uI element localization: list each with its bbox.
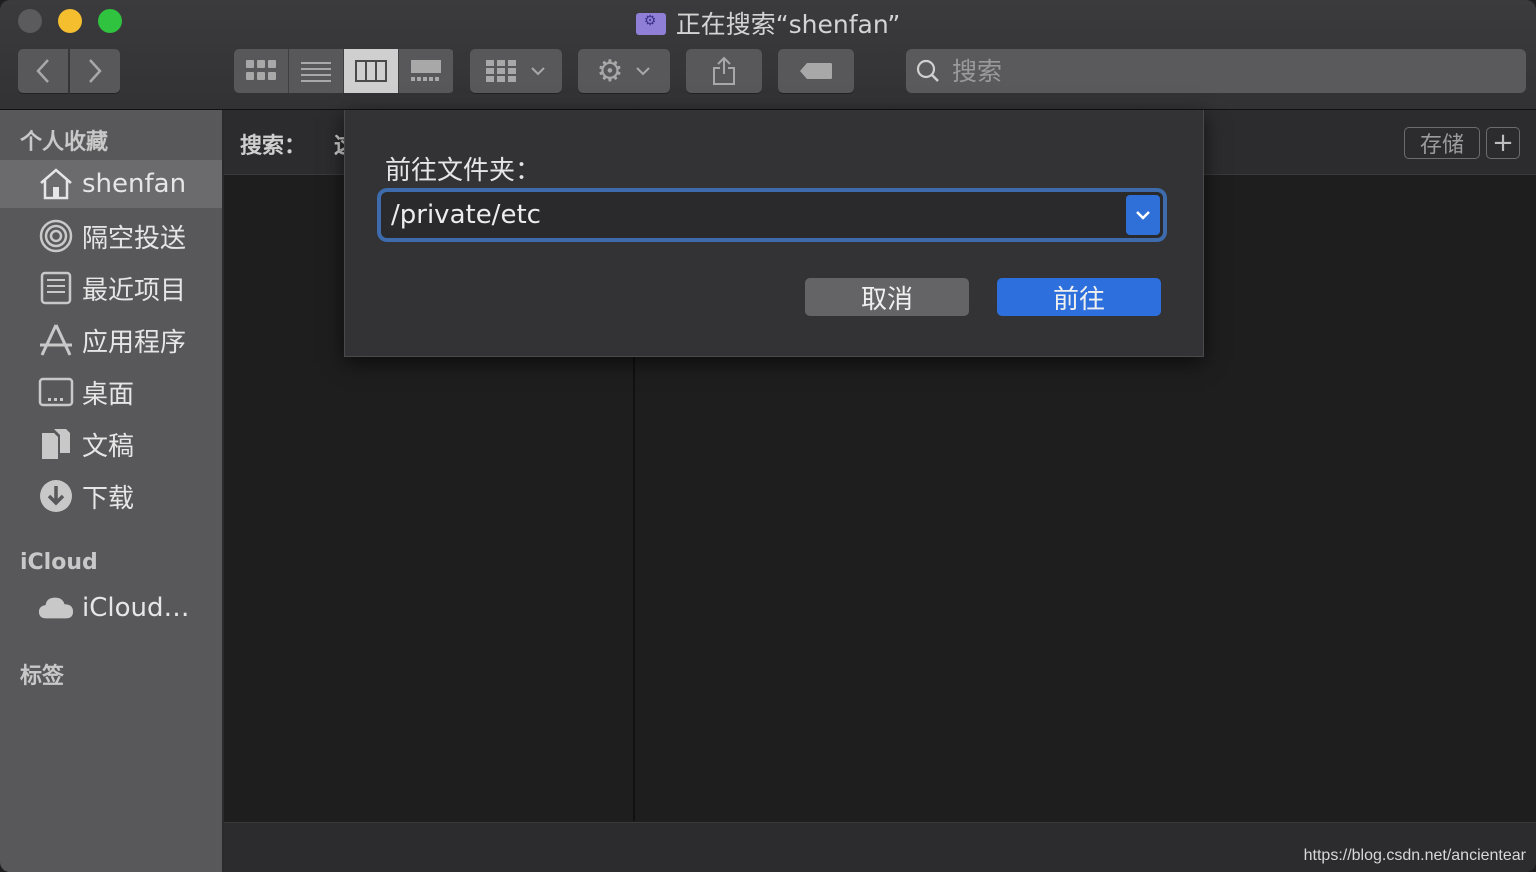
home-icon	[38, 166, 74, 202]
folder-path-input[interactable]	[381, 199, 1126, 231]
columns-icon	[355, 60, 387, 82]
sidebar-item-label: iCloud…	[82, 593, 190, 623]
share-icon	[713, 56, 735, 85]
cancel-button[interactable]: 取消	[805, 278, 969, 316]
search-input[interactable]	[950, 55, 1494, 87]
share-button[interactable]	[686, 49, 762, 93]
sidebar-item-recents[interactable]: 最近项目	[0, 264, 222, 312]
titlebar: 正在搜索“shenfan” ⚙	[0, 0, 1536, 110]
status-bar: https://blog.csdn.net/ancientear	[224, 822, 1536, 872]
sidebar-item-label: 最近项目	[82, 275, 187, 306]
documents-icon	[38, 426, 74, 462]
tags-button[interactable]	[778, 49, 854, 93]
cloud-icon	[38, 590, 74, 626]
sidebar-item-documents[interactable]: 文稿	[0, 420, 222, 468]
applications-icon	[38, 322, 74, 358]
add-criteria-button[interactable]: +	[1486, 127, 1520, 159]
sidebar-item-downloads[interactable]: 下载	[0, 472, 222, 520]
search-icon	[916, 59, 939, 82]
sidebar-item-label: 文稿	[82, 431, 135, 462]
go-to-folder-prompt: 前往文件夹：	[385, 156, 542, 186]
group-by-button[interactable]	[470, 49, 562, 93]
finder-window: 正在搜索“shenfan” ⚙	[0, 0, 1536, 872]
recent-folders-dropdown-button[interactable]	[1126, 195, 1160, 235]
chevron-down-icon	[636, 67, 651, 76]
tags-header: 标签	[20, 664, 65, 689]
smart-folder-icon	[635, 13, 666, 35]
folder-path-combobox	[381, 192, 1163, 238]
action-menu-button[interactable]: ⚙	[578, 49, 670, 93]
list-lines-icon	[301, 62, 331, 82]
sidebar-item-label: shenfan	[82, 169, 187, 199]
sidebar-item-applications[interactable]: 应用程序	[0, 316, 222, 364]
search-scope-label: 搜索：	[240, 134, 307, 159]
icon-view-button[interactable]	[234, 49, 289, 93]
sidebar-item-label: 下载	[82, 483, 135, 514]
group-grid-icon	[486, 60, 516, 82]
downloads-icon	[38, 478, 74, 514]
sidebar-item-icloud-drive[interactable]: iCloud…	[0, 584, 222, 632]
icloud-header: iCloud	[20, 550, 98, 575]
sidebar-item-label: 应用程序	[82, 327, 187, 358]
airdrop-icon	[38, 218, 74, 254]
tag-icon	[800, 63, 832, 79]
sidebar-item-label: 隔空投送	[82, 223, 187, 254]
sidebar-item-desktop[interactable]: 桌面	[0, 368, 222, 416]
gear-icon: ⚙	[596, 53, 624, 89]
chevron-down-icon	[1136, 211, 1150, 220]
chevron-down-icon	[531, 67, 545, 76]
column-view-button[interactable]	[344, 49, 399, 93]
watermark-text: https://blog.csdn.net/ancientear	[1303, 847, 1526, 864]
sidebar: 个人收藏 shenfan 隔空投送 最近项目 应用程序 桌面 文稿 下载 iCl…	[0, 110, 224, 872]
chevron-right-icon	[89, 59, 102, 83]
go-to-folder-sheet: 前往文件夹： 取消 前往	[344, 110, 1204, 357]
window-title-text: 正在搜索“shenfan”	[675, 10, 901, 39]
sidebar-item-label: 桌面	[82, 379, 135, 410]
view-mode-segmented-control	[234, 49, 454, 93]
list-view-button[interactable]	[289, 49, 344, 93]
search-field[interactable]	[906, 49, 1526, 93]
sidebar-item-airdrop[interactable]: 隔空投送	[0, 212, 222, 260]
desktop-icon	[38, 374, 74, 410]
icon-grid-icon	[246, 60, 276, 80]
gallery-view-button[interactable]	[399, 49, 453, 93]
forward-button[interactable]	[70, 49, 120, 93]
save-search-button[interactable]: 存储	[1404, 127, 1480, 159]
sidebar-item-home[interactable]: shenfan	[0, 160, 222, 208]
window-title: 正在搜索“shenfan”	[0, 5, 1536, 41]
chevron-left-icon	[36, 59, 49, 83]
go-button[interactable]: 前往	[997, 278, 1161, 316]
gallery-icon	[411, 60, 441, 81]
favorites-header: 个人收藏	[20, 130, 109, 155]
back-button[interactable]	[18, 49, 68, 93]
recents-icon	[38, 270, 74, 306]
